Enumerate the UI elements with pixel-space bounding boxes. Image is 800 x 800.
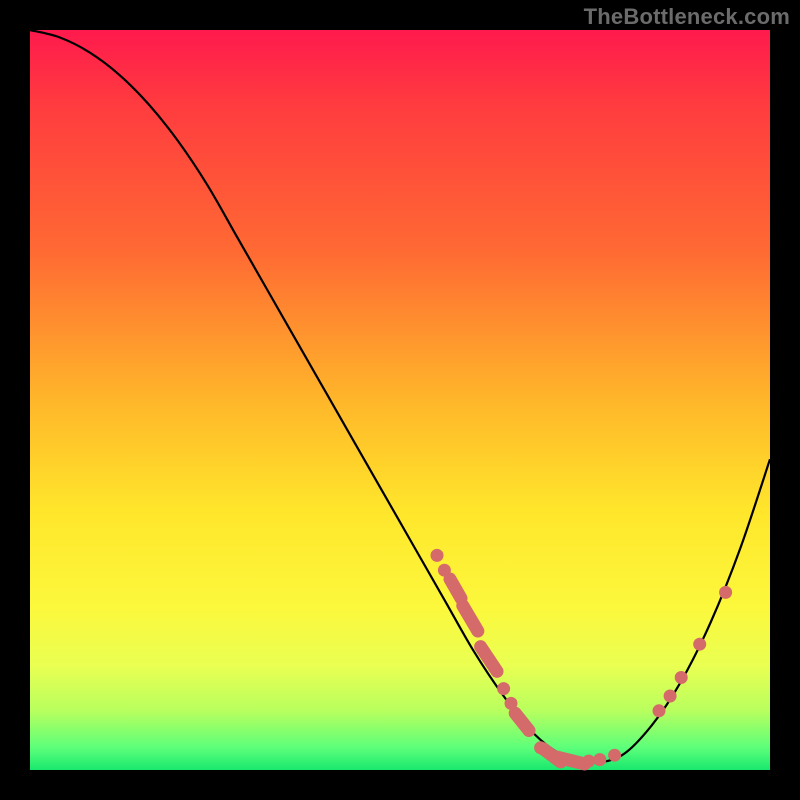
watermark-text: TheBottleneck.com <box>584 4 790 30</box>
marker-dot <box>653 704 666 717</box>
marker-pill <box>463 606 478 631</box>
chart-frame: TheBottleneck.com <box>0 0 800 800</box>
bottleneck-curve <box>30 30 770 763</box>
marker-dot <box>582 755 595 768</box>
marker-dot <box>608 749 621 762</box>
data-markers <box>431 549 733 768</box>
marker-dot <box>675 671 688 684</box>
marker-dot <box>431 549 444 562</box>
plot-area <box>30 30 770 770</box>
marker-pill <box>556 757 585 764</box>
chart-svg <box>30 30 770 770</box>
marker-dot <box>664 690 677 703</box>
marker-dot <box>719 586 732 599</box>
marker-dot <box>593 753 606 766</box>
marker-pill <box>450 579 461 598</box>
marker-dot <box>693 638 706 651</box>
marker-dot <box>497 682 510 695</box>
marker-pill <box>515 713 529 730</box>
